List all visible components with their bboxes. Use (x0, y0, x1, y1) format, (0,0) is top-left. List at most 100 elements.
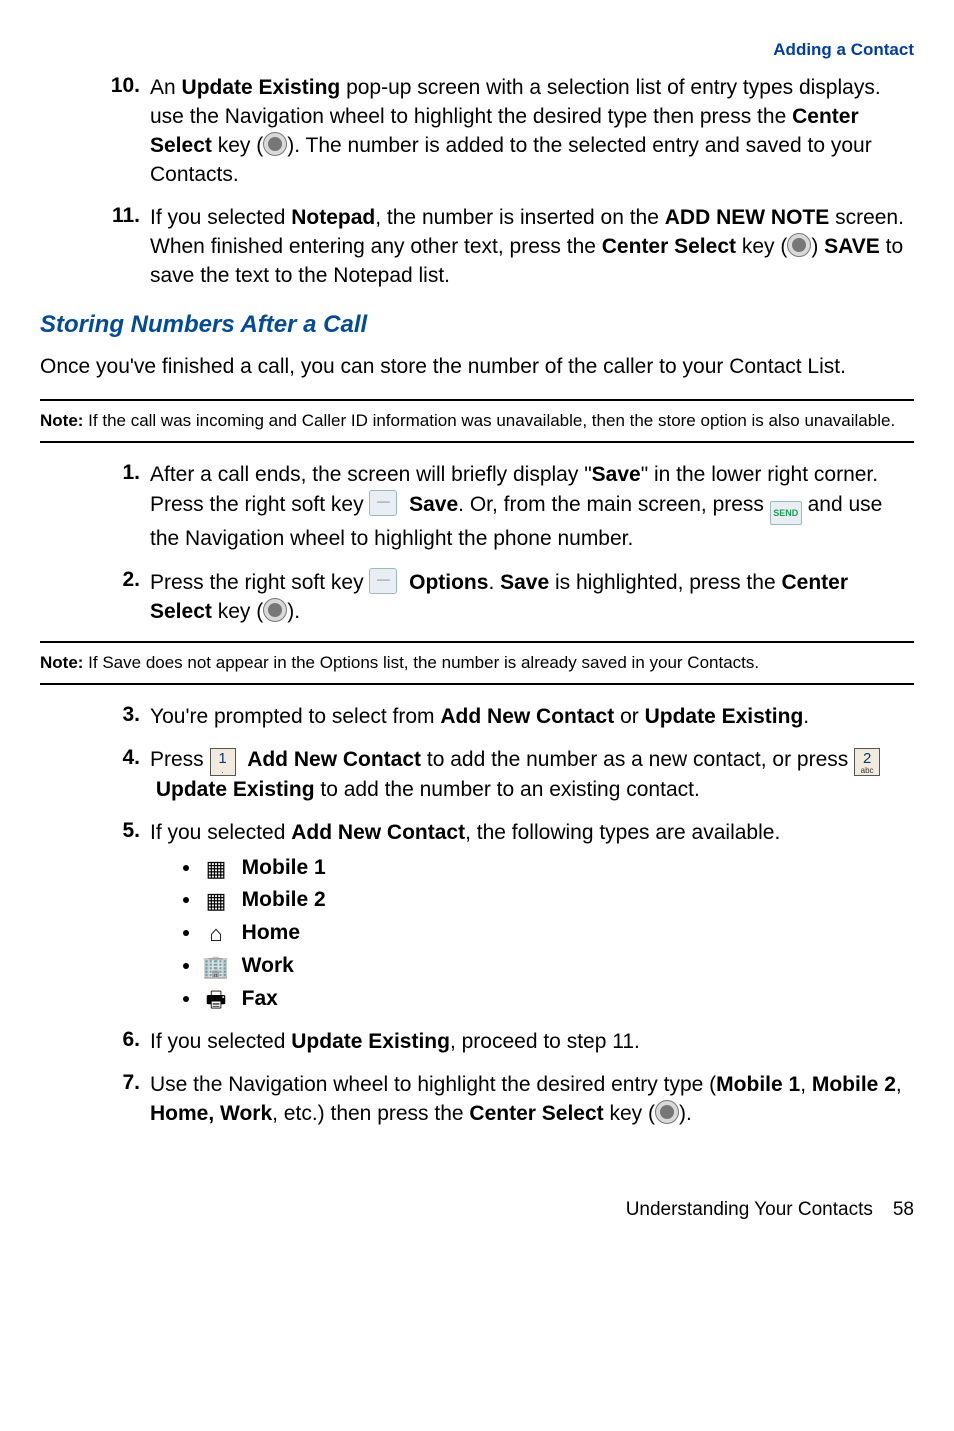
home-icon: ⌂ (202, 923, 230, 945)
bold-text: Add New Contact (247, 748, 421, 771)
text: ) (811, 235, 824, 258)
text: to add the number to an existing contact… (315, 778, 700, 801)
step-list-c: 3. You're prompted to select from Add Ne… (150, 703, 914, 1130)
step-text: If you selected Notepad, the number is i… (150, 204, 914, 291)
step-number: 1. (102, 461, 140, 485)
type-label: Mobile 2 (242, 888, 326, 911)
type-label: Work (242, 954, 294, 977)
bold-text: Home, Work (150, 1102, 272, 1125)
bold-text: ADD NEW NOTE (665, 206, 830, 229)
keypad-2-icon: 2abc (854, 748, 880, 776)
step-list-a: 10. An Update Existing pop-up screen wit… (150, 74, 914, 291)
text: . Or, from the main screen, press (458, 493, 770, 516)
text: After a call ends, the screen will brief… (150, 463, 592, 486)
text: key ( (604, 1102, 655, 1125)
text: If you selected (150, 821, 291, 844)
text: , proceed to step 11. (450, 1030, 640, 1053)
mobile2-icon: ▦ (202, 890, 230, 912)
contact-type-list: ▦ Mobile 1 ▦ Mobile 2 ⌂ Home 🏢 Work 🖶 Fa… (202, 854, 914, 1015)
bold-text: Options (409, 571, 488, 594)
center-select-key-icon (263, 132, 287, 156)
text: to add the number as a new contact, or p… (421, 748, 854, 771)
key-sub: . (211, 767, 235, 775)
list-item: 🏢 Work (202, 952, 914, 981)
step-text: If you selected Add New Contact, the fol… (150, 819, 914, 1015)
text: or (614, 705, 644, 728)
text: . (488, 571, 500, 594)
step-11: 11. If you selected Notepad, the number … (150, 204, 914, 291)
step-text: Press the right soft key Options. Save i… (150, 568, 914, 627)
bold-text: Notepad (291, 206, 375, 229)
bold-text: Update Existing (156, 778, 315, 801)
text: If you selected (150, 206, 291, 229)
step-text: Press 1. Add New Contact to add the numb… (150, 746, 914, 805)
intro-paragraph: Once you've finished a call, you can sto… (40, 353, 914, 381)
note-block-1: Note: If the call was incoming and Calle… (40, 399, 914, 443)
step-6: 6. If you selected Update Existing, proc… (150, 1028, 914, 1057)
fax-icon: 🖶 (202, 989, 230, 1011)
right-soft-key-icon (369, 568, 397, 594)
text: , the number is inserted on the (375, 206, 665, 229)
list-item: ▦ Mobile 2 (202, 886, 914, 915)
text: ). (287, 600, 300, 623)
text: ). (679, 1102, 692, 1125)
text: key ( (212, 600, 263, 623)
bold-text: Save (409, 493, 458, 516)
page-footer: Understanding Your Contacts 58 (40, 1199, 914, 1221)
step-5: 5. If you selected Add New Contact, the … (150, 819, 914, 1015)
chapter-title: Understanding Your Contacts (626, 1199, 873, 1220)
list-item: 🖶 Fax (202, 985, 914, 1014)
list-item: ▦ Mobile 1 (202, 854, 914, 883)
note-text: If Save does not appear in the Options l… (88, 653, 759, 672)
list-item: ⌂ Home (202, 919, 914, 948)
text: Press the right soft key (150, 571, 369, 594)
bold-text: Add New Contact (291, 821, 465, 844)
bold-text: Update Existing (182, 76, 341, 99)
header-section-link: Adding a Contact (40, 40, 914, 60)
step-1: 1. After a call ends, the screen will br… (150, 461, 914, 554)
step-text: After a call ends, the screen will brief… (150, 461, 914, 554)
text: , (800, 1073, 812, 1096)
step-number: 7. (102, 1071, 140, 1095)
text: is highlighted, press the (549, 571, 781, 594)
bold-text: Center Select (469, 1102, 603, 1125)
text: . (803, 705, 809, 728)
bold-text: Save (592, 463, 641, 486)
page-number: 58 (893, 1199, 914, 1220)
work-icon: 🏢 (202, 956, 230, 978)
step-2: 2. Press the right soft key Options. Sav… (150, 568, 914, 627)
type-label: Fax (242, 987, 278, 1010)
step-text: An Update Existing pop-up screen with a … (150, 74, 914, 190)
text: If the call was incoming and Caller ID i… (88, 411, 895, 430)
bold-text: Mobile 1 (716, 1073, 800, 1096)
text: An (150, 76, 182, 99)
note-text: If the call was incoming and Caller ID i… (88, 411, 895, 430)
section-heading: Storing Numbers After a Call (40, 311, 914, 339)
step-text: If you selected Update Existing, proceed… (150, 1028, 914, 1057)
bold-text: Add New Contact (440, 705, 614, 728)
text: key ( (736, 235, 787, 258)
step-7: 7. Use the Navigation wheel to highlight… (150, 1071, 914, 1129)
type-label: Home (242, 921, 300, 944)
bold-text: SAVE (824, 235, 880, 258)
step-4: 4. Press 1. Add New Contact to add the n… (150, 746, 914, 805)
text: key ( (212, 134, 263, 157)
text: Press (150, 748, 210, 771)
bold-text: Update Existing (291, 1030, 450, 1053)
bold-text: Center Select (602, 235, 736, 258)
text: You're prompted to select from (150, 705, 440, 728)
note-block-2: Note: If Save does not appear in the Opt… (40, 641, 914, 685)
keypad-1-icon: 1. (210, 748, 236, 776)
bold-text: Mobile 2 (812, 1073, 896, 1096)
step-list-b: 1. After a call ends, the screen will br… (150, 461, 914, 627)
bold-text: Save (500, 571, 549, 594)
step-number: 11. (102, 204, 140, 228)
step-number: 5. (102, 819, 140, 843)
step-3: 3. You're prompted to select from Add Ne… (150, 703, 914, 732)
step-10: 10. An Update Existing pop-up screen wit… (150, 74, 914, 190)
step-number: 3. (102, 703, 140, 727)
key-sub: abc (855, 767, 879, 775)
send-key-icon: SEND (770, 501, 802, 525)
step-text: You're prompted to select from Add New C… (150, 703, 914, 732)
center-select-key-icon (787, 233, 811, 257)
